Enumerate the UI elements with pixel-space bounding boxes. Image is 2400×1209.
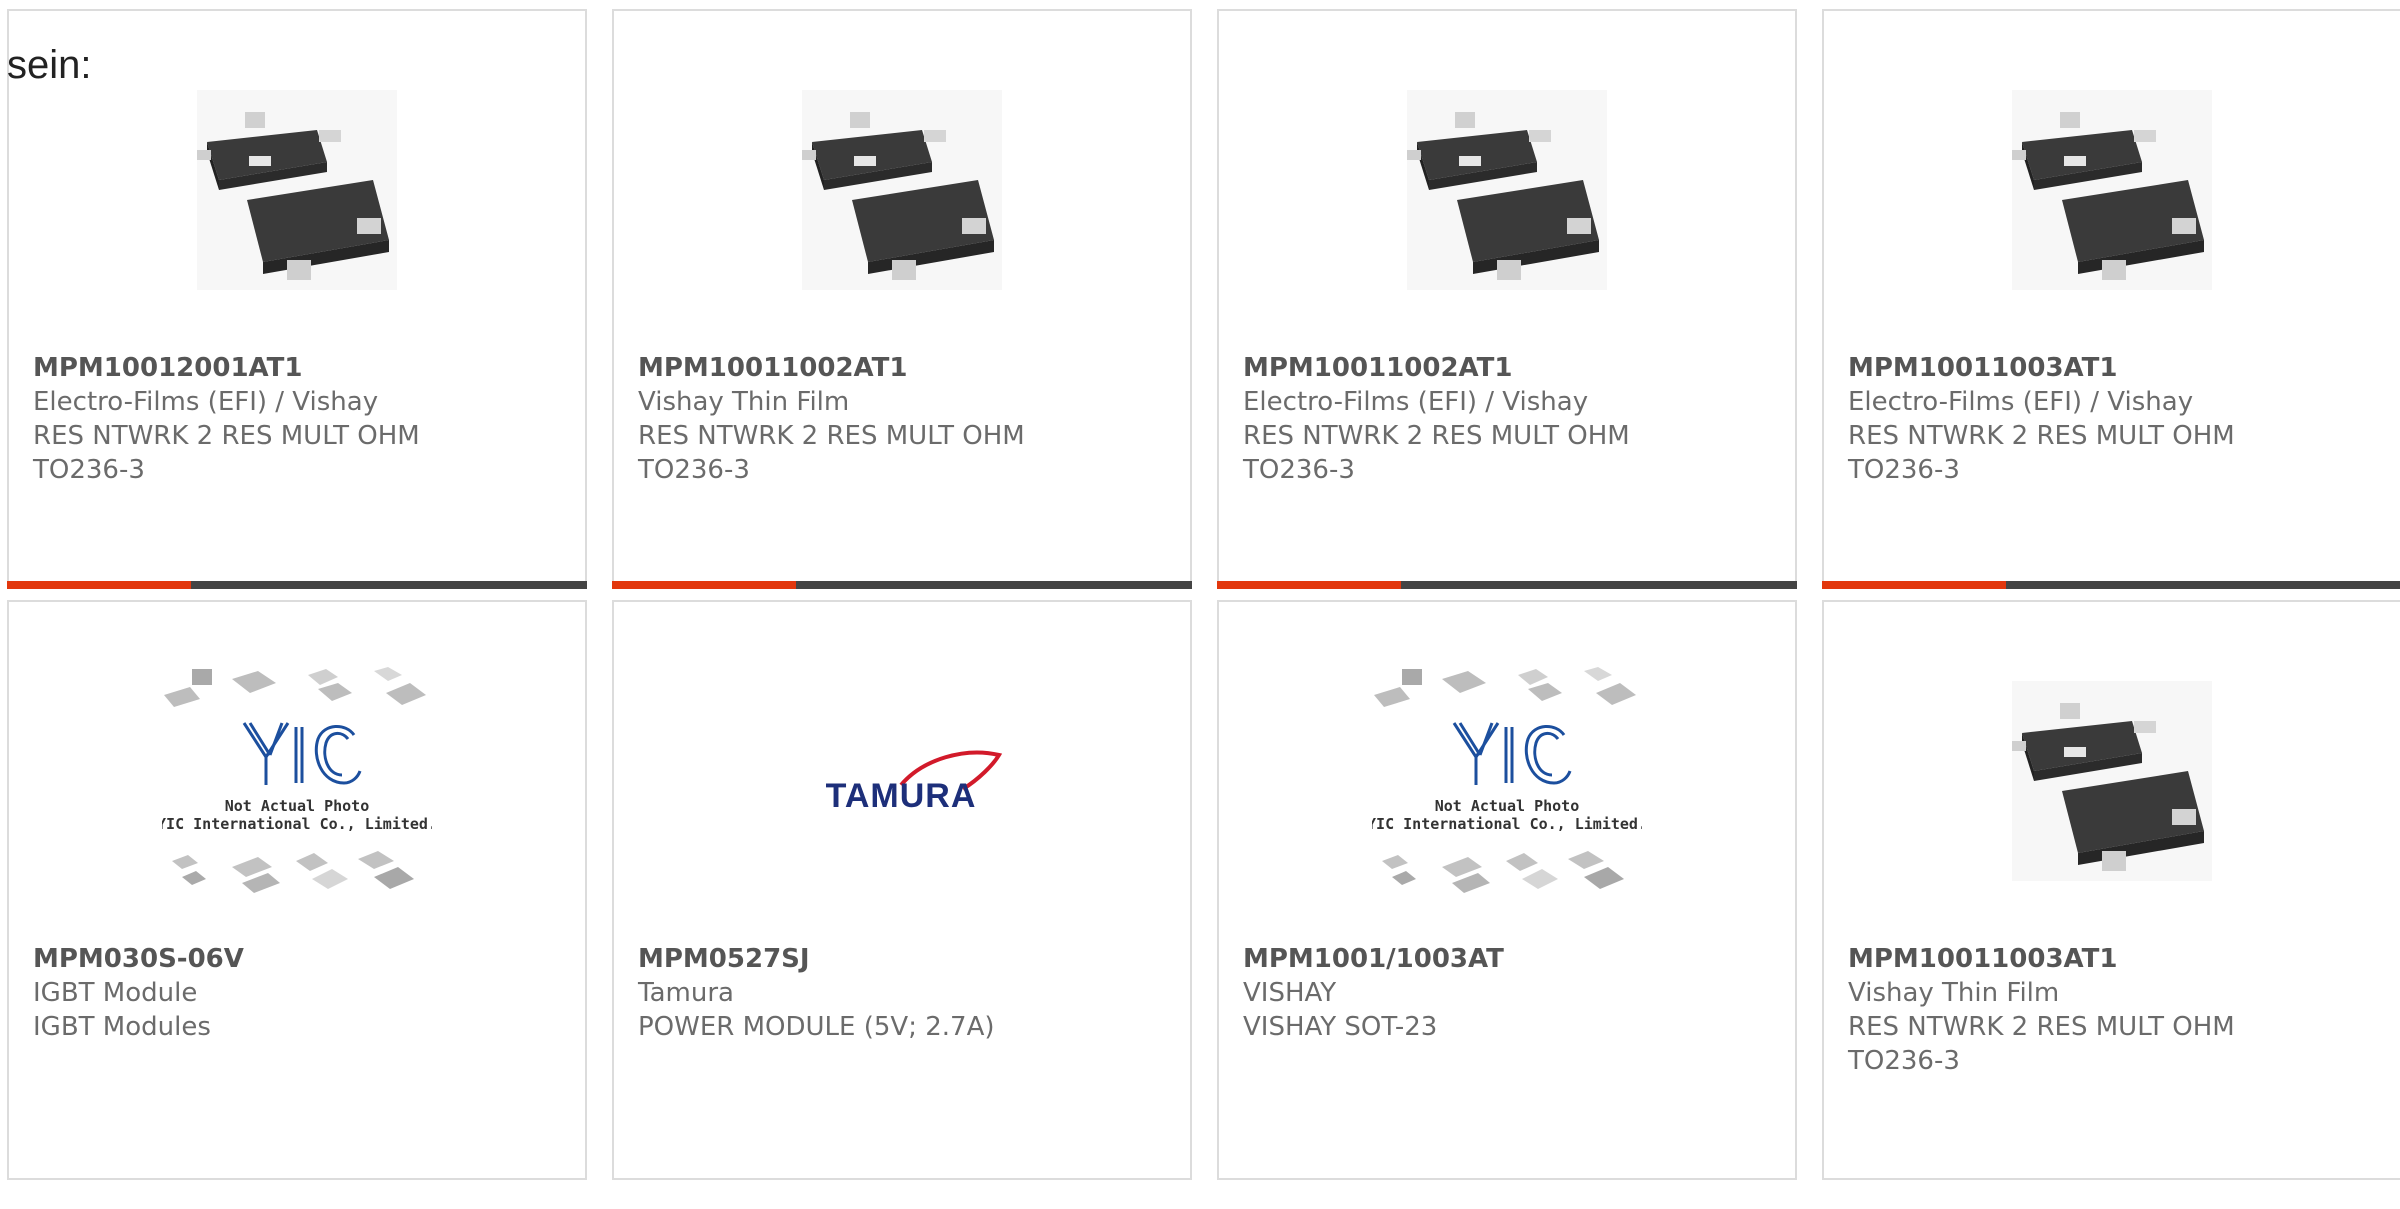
manufacturer: Electro-Films (EFI) / Vishay bbox=[33, 387, 379, 417]
part-number[interactable]: MPM10011002AT1 bbox=[638, 351, 1178, 385]
card-bottom-bar bbox=[612, 581, 1192, 589]
product-info: MPM10011002AT1 Vishay Thin Film RES NTWR… bbox=[638, 351, 1178, 487]
card-accent bbox=[7, 581, 191, 589]
description: RES NTWRK 2 RES MULT OHM bbox=[1243, 421, 1630, 451]
product-image bbox=[1824, 672, 2400, 890]
product-card[interactable]: Not Actual Photo YIC International Co., … bbox=[7, 600, 587, 1180]
placeholder-caption-line2: YIC International Co., Limited. bbox=[1372, 815, 1642, 833]
part-number[interactable]: MPM10012001AT1 bbox=[33, 351, 573, 385]
product-info: MPM1001/1003AT VISHAY VISHAY SOT-23 bbox=[1243, 942, 1783, 1044]
product-card[interactable]: MPM10011003AT1 Vishay Thin Film RES NTWR… bbox=[1822, 600, 2400, 1180]
product-card[interactable]: TAMURA MPM0527SJ Tamura POWER MODULE (5V… bbox=[612, 600, 1192, 1180]
sot23-package-icon bbox=[1407, 90, 1607, 290]
intro-text: sein: bbox=[7, 43, 92, 87]
product-image: Not Actual Photo YIC International Co., … bbox=[1219, 667, 1795, 893]
product-info: MPM10011002AT1 Electro-Films (EFI) / Vis… bbox=[1243, 351, 1783, 487]
manufacturer: Tamura bbox=[638, 978, 734, 1008]
package: TO236-3 bbox=[1848, 1046, 1960, 1076]
product-image: Not Actual Photo YIC International Co., … bbox=[9, 667, 585, 893]
product-image bbox=[1824, 81, 2400, 299]
product-info: MPM0527SJ Tamura POWER MODULE (5V; 2.7A) bbox=[638, 942, 1178, 1044]
tamura-logo-text: TAMURA bbox=[826, 777, 977, 815]
part-number[interactable]: MPM10011003AT1 bbox=[1848, 351, 2388, 385]
part-number[interactable]: MPM0527SJ bbox=[638, 942, 1178, 976]
package: TO236-3 bbox=[33, 455, 145, 485]
product-card[interactable]: MPM10011002AT1 Vishay Thin Film RES NTWR… bbox=[612, 9, 1192, 589]
product-info: MPM10011003AT1 Vishay Thin Film RES NTWR… bbox=[1848, 942, 2388, 1078]
product-grid: MPM10012001AT1 Electro-Films (EFI) / Vis… bbox=[7, 9, 2400, 1209]
sot23-package-icon bbox=[2012, 681, 2212, 881]
package: TO236-3 bbox=[638, 455, 750, 485]
part-number[interactable]: MPM030S-06V bbox=[33, 942, 573, 976]
card-accent bbox=[1822, 581, 2006, 589]
manufacturer: VISHAY bbox=[1243, 978, 1337, 1008]
description: VISHAY SOT-23 bbox=[1243, 1012, 1438, 1042]
card-accent bbox=[612, 581, 796, 589]
product-image: TAMURA bbox=[614, 672, 1190, 890]
package: TO236-3 bbox=[1848, 455, 1960, 485]
package: TO236-3 bbox=[1243, 455, 1355, 485]
placeholder-caption-line2: YIC International Co., Limited. bbox=[162, 815, 432, 833]
description: RES NTWRK 2 RES MULT OHM bbox=[1848, 1012, 2235, 1042]
product-image bbox=[614, 81, 1190, 299]
description: RES NTWRK 2 RES MULT OHM bbox=[638, 421, 1025, 451]
manufacturer: Vishay Thin Film bbox=[638, 387, 850, 417]
product-info: MPM10012001AT1 Electro-Films (EFI) / Vis… bbox=[33, 351, 573, 487]
product-card[interactable]: MPM10012001AT1 Electro-Films (EFI) / Vis… bbox=[7, 9, 587, 589]
part-number[interactable]: MPM10011003AT1 bbox=[1848, 942, 2388, 976]
sot23-package-icon bbox=[802, 90, 1002, 290]
card-bottom-bar bbox=[1217, 581, 1797, 589]
product-card[interactable]: MPM10011002AT1 Electro-Films (EFI) / Vis… bbox=[1217, 9, 1797, 589]
manufacturer: Electro-Films (EFI) / Vishay bbox=[1848, 387, 2194, 417]
part-number[interactable]: MPM10011002AT1 bbox=[1243, 351, 1783, 385]
product-info: MPM030S-06V IGBT Module IGBT Modules bbox=[33, 942, 573, 1044]
manufacturer: Vishay Thin Film bbox=[1848, 978, 2060, 1008]
card-bottom-bar bbox=[7, 581, 587, 589]
placeholder-caption-line1: Not Actual Photo bbox=[1435, 797, 1580, 815]
product-info: MPM10011003AT1 Electro-Films (EFI) / Vis… bbox=[1848, 351, 2388, 487]
yic-placeholder-icon: Not Actual Photo YIC International Co., … bbox=[162, 667, 432, 893]
product-image bbox=[9, 81, 585, 299]
manufacturer: Electro-Films (EFI) / Vishay bbox=[1243, 387, 1589, 417]
sot23-package-icon bbox=[2012, 90, 2212, 290]
card-accent bbox=[1217, 581, 1401, 589]
card-bottom-bar bbox=[1822, 581, 2400, 589]
description: RES NTWRK 2 RES MULT OHM bbox=[33, 421, 420, 451]
placeholder-caption-line1: Not Actual Photo bbox=[225, 797, 370, 815]
description: POWER MODULE (5V; 2.7A) bbox=[638, 1012, 995, 1042]
manufacturer: IGBT Module bbox=[33, 978, 198, 1008]
description: IGBT Modules bbox=[33, 1012, 211, 1042]
yic-placeholder-icon: Not Actual Photo YIC International Co., … bbox=[1372, 667, 1642, 893]
product-image bbox=[1219, 81, 1795, 299]
product-card[interactable]: Not Actual Photo YIC International Co., … bbox=[1217, 600, 1797, 1180]
tamura-logo-icon: TAMURA bbox=[826, 750, 1003, 815]
description: RES NTWRK 2 RES MULT OHM bbox=[1848, 421, 2235, 451]
product-card[interactable]: MPM10011003AT1 Electro-Films (EFI) / Vis… bbox=[1822, 9, 2400, 589]
part-number[interactable]: MPM1001/1003AT bbox=[1243, 942, 1783, 976]
sot23-package-icon bbox=[197, 90, 397, 290]
